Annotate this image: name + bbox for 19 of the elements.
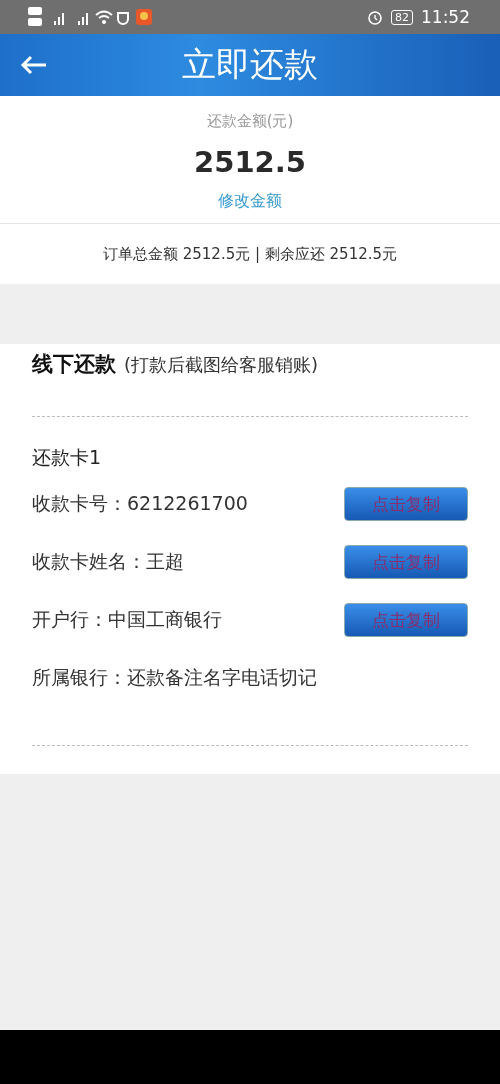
edit-amount-link[interactable]: 修改金额	[218, 190, 282, 212]
info-text: 收款卡号：6212261700	[32, 491, 248, 516]
info-text: 开户行：中国工商银行	[32, 607, 222, 632]
copy-button[interactable]: 点击复制	[344, 603, 468, 637]
copy-button[interactable]: 点击复制	[344, 487, 468, 521]
back-arrow-icon[interactable]	[20, 55, 48, 75]
amount-label: 还款金额(元)	[206, 111, 294, 131]
info-text: 所属银行：还款备注名字电话切记	[32, 665, 317, 690]
copy-button[interactable]: 点击复制	[344, 545, 468, 579]
info-text: 收款卡姓名：王超	[32, 549, 184, 574]
section-title: 线下还款	[32, 351, 116, 378]
section-note: (打款后截图给客服销账)	[124, 353, 319, 377]
amount-value: 2512.5	[194, 144, 306, 179]
clock-time: 11:52	[421, 7, 470, 27]
alarm-icon	[367, 9, 383, 25]
page-title: 立即还款	[182, 43, 318, 86]
order-summary: 订单总金额 2512.5元 | 剩余应还 2512.5元	[102, 244, 398, 264]
card-title: 还款卡1	[32, 445, 103, 470]
battery-level: 82	[391, 9, 413, 25]
